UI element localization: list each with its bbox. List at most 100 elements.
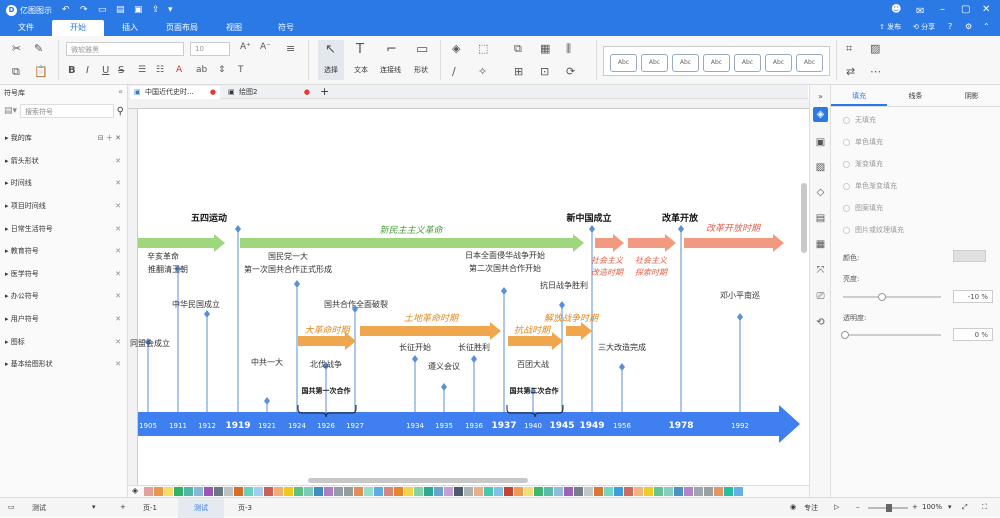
notification-icon[interactable]: ✉ <box>916 6 924 17</box>
color-swatch[interactable] <box>334 487 343 496</box>
bold-icon[interactable]: B <box>68 65 76 76</box>
color-swatch[interactable] <box>204 487 213 496</box>
era-arrow[interactable] <box>138 234 225 252</box>
add-tab-icon[interactable]: + <box>320 85 329 98</box>
transparency-slider[interactable] <box>841 331 941 339</box>
radio-button[interactable] <box>843 182 850 190</box>
collapse-ribbon-icon[interactable]: ⌃ <box>983 22 990 31</box>
page-dropdown-icon[interactable]: ▾ <box>92 503 96 511</box>
library-item[interactable]: ▸ 基本绘图形状 ✕ <box>0 353 128 376</box>
event-pin-marker[interactable] <box>204 310 210 318</box>
tab-document-1[interactable]: ▣ 中国近代史时... ● <box>130 86 220 99</box>
event-label[interactable]: 百团大战 <box>517 359 549 369</box>
event-label[interactable]: 邓小平南巡 <box>720 290 760 300</box>
zoom-in-icon[interactable]: + <box>912 503 918 511</box>
search-input[interactable]: 搜索符号 <box>20 104 114 118</box>
era-label[interactable]: 新民主主义革命 <box>379 225 443 236</box>
align-objects-icon[interactable]: ⊞ <box>514 65 523 78</box>
text-tool-icon[interactable]: T <box>356 42 364 57</box>
radio-button[interactable] <box>843 204 850 212</box>
color-swatch[interactable] <box>614 487 623 496</box>
publish-button[interactable]: ⇧ 发布 <box>879 22 901 32</box>
event-pin-marker[interactable] <box>589 225 595 233</box>
year-label[interactable]: 1936 <box>465 422 483 430</box>
event-pin-marker[interactable] <box>619 363 625 371</box>
style-box[interactable]: Abc <box>610 54 637 72</box>
library-item[interactable]: ▸ 箭头形状 ✕ <box>0 150 128 173</box>
fill-bucket-icon[interactable]: ◈ <box>132 486 138 495</box>
minimize-icon[interactable]: – <box>940 4 945 15</box>
event-label[interactable]: 推翻清王朝 <box>148 264 188 274</box>
color-swatch[interactable] <box>714 487 723 496</box>
period-label[interactable]: 抗战时期 <box>514 325 552 336</box>
tab-document-2[interactable]: ▣ 绘图2 ● <box>224 86 314 99</box>
fill-panel-icon[interactable]: ◈ <box>813 107 828 122</box>
close-icon[interactable]: ✕ <box>115 247 121 255</box>
color-swatch[interactable] <box>724 487 733 496</box>
era-arrow[interactable] <box>628 234 676 252</box>
menu-home[interactable]: 开始 <box>52 20 104 36</box>
slider-knob[interactable] <box>841 331 849 339</box>
library-item[interactable]: ▸ 时间线 ✕ <box>0 172 128 195</box>
library-item[interactable]: ▸ 医学符号 ✕ <box>0 263 128 286</box>
library-item[interactable]: ▸ 用户符号 ✕ <box>0 308 128 331</box>
fill-option[interactable]: 图片或纹理填充 <box>843 225 904 235</box>
font-family-select[interactable]: 微软雅黑 <box>66 42 184 56</box>
color-swatch[interactable] <box>544 487 553 496</box>
year-label[interactable]: 1937 <box>491 421 516 431</box>
era-label[interactable]: 改革开放时期 <box>706 223 762 234</box>
event-label[interactable]: 国民党一大 <box>268 251 308 261</box>
tab-shadow[interactable]: 阴影 <box>944 85 1000 106</box>
era-arrow[interactable] <box>240 234 584 252</box>
crop-icon[interactable]: ⌗ <box>846 42 852 56</box>
year-label[interactable]: 1919 <box>225 421 250 431</box>
close-icon[interactable]: ✕ <box>982 4 990 15</box>
color-picker[interactable] <box>953 250 986 262</box>
color-swatch[interactable] <box>324 487 333 496</box>
event-label[interactable]: 同盟会成立 <box>130 338 170 348</box>
event-pin-marker[interactable] <box>235 225 241 233</box>
event-pin-marker[interactable] <box>501 287 507 295</box>
data-icon[interactable]: ▦ <box>813 237 828 252</box>
year-label[interactable]: 1992 <box>731 422 749 430</box>
era-label[interactable]: 改造时期 <box>591 268 624 277</box>
shape-tool-icon[interactable]: ▭ <box>416 42 428 57</box>
open-folder-icon[interactable]: ▤ <box>116 5 125 15</box>
italic-icon[interactable]: I <box>86 65 89 76</box>
event-pin-marker[interactable] <box>678 225 684 233</box>
radio-button[interactable] <box>843 160 850 168</box>
close-icon[interactable]: ✕ <box>115 338 121 346</box>
color-swatch[interactable] <box>484 487 493 496</box>
color-swatch[interactable] <box>734 487 743 496</box>
history-icon[interactable]: ⟲ <box>813 315 828 330</box>
layers-icon[interactable]: ◇ <box>813 185 828 200</box>
style-box[interactable]: Abc <box>734 54 761 72</box>
focus-label[interactable]: 专注 <box>804 503 818 513</box>
era-arrow[interactable] <box>595 234 624 252</box>
event-label[interactable]: 遵义会议 <box>428 361 460 371</box>
text-tool-label[interactable]: 文本 <box>354 65 368 75</box>
underline-icon[interactable]: U <box>102 65 109 76</box>
color-swatch[interactable] <box>394 487 403 496</box>
copy-icon[interactable]: ⧉ <box>12 65 20 79</box>
fill-option[interactable]: 单色填充 <box>843 137 883 147</box>
era-arrow[interactable] <box>684 234 784 252</box>
color-swatch[interactable] <box>364 487 373 496</box>
library-item[interactable]: ▸ 办公符号 ✕ <box>0 285 128 308</box>
more-icon[interactable]: ▾ <box>168 5 173 15</box>
color-swatch[interactable] <box>354 487 363 496</box>
line-style-icon[interactable]: ∕ <box>452 65 456 78</box>
color-swatch[interactable] <box>624 487 633 496</box>
fullscreen-icon[interactable]: ⛶ <box>982 503 987 512</box>
page-tab-active[interactable]: 测试 <box>178 498 224 518</box>
heading-label[interactable]: 新中国成立 <box>566 212 611 224</box>
radio-button[interactable] <box>843 138 850 146</box>
library-item[interactable]: ▸ 教育符号 ✕ <box>0 240 128 263</box>
style-box[interactable]: Abc <box>641 54 668 72</box>
year-label[interactable]: 1905 <box>139 422 157 430</box>
strikethrough-icon[interactable]: S <box>118 65 124 76</box>
library-item[interactable]: ▸ 项目时间线 ✕ <box>0 195 128 218</box>
add-page-icon[interactable]: + <box>120 503 126 511</box>
save-icon[interactable]: ▣ <box>134 5 143 15</box>
color-swatch[interactable] <box>304 487 313 496</box>
